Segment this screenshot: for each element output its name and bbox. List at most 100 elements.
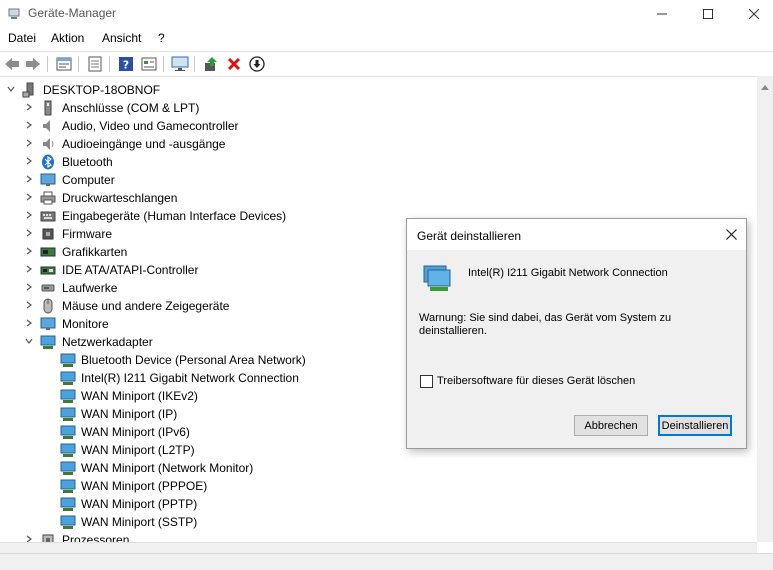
bluetooth-icon [42, 154, 54, 170]
forward-button[interactable] [24, 55, 42, 73]
menu-help[interactable]: ? [158, 31, 165, 45]
tree-root-label: DESKTOP-18OBNOF [43, 83, 161, 97]
network-adapter-icon [60, 479, 76, 493]
cancel-button[interactable]: Abbrechen [574, 415, 648, 436]
expand-chevron-icon[interactable] [24, 210, 34, 220]
expand-chevron-icon[interactable] [24, 246, 34, 256]
category-label: Druckwarteschlangen [62, 191, 178, 205]
network-adapter-icon [60, 461, 76, 475]
device-item[interactable]: WAN Miniport (PPTP) [0, 495, 757, 513]
scan-hardware-button[interactable] [171, 55, 189, 73]
expand-chevron-icon[interactable] [24, 138, 34, 148]
tree-category[interactable]: Prozessoren [0, 531, 757, 542]
keyboard-icon [40, 211, 56, 222]
update-driver-icon [205, 57, 217, 71]
tree-category[interactable]: Computer [0, 171, 757, 189]
monitor-icon [40, 317, 56, 330]
category-label: Netzwerkadapter [62, 335, 153, 349]
scroll-up-icon[interactable] [761, 84, 769, 90]
dialog-close-button[interactable] [720, 223, 742, 245]
toolbar-separator [78, 56, 79, 72]
menu-datei[interactable]: Datei [8, 31, 36, 45]
window-title: Geräte-Manager [28, 6, 117, 20]
help-button[interactable]: ? [117, 55, 135, 73]
status-bar [0, 553, 773, 570]
tree-root[interactable]: DESKTOP-18OBNOF [0, 81, 757, 99]
speaker-icon [43, 120, 50, 132]
delete-driver-label[interactable]: Treibersoftware für dieses Gerät löschen [437, 375, 635, 387]
device-label: Bluetooth Device (Personal Area Network) [81, 353, 306, 367]
menu-ansicht[interactable]: Ansicht [102, 31, 141, 45]
graphics-card-icon [40, 247, 56, 257]
category-label: IDE ATA/ATAPI-Controller [62, 263, 199, 277]
download-icon [249, 56, 265, 72]
expand-chevron-icon[interactable] [24, 534, 34, 542]
category-label: Prozessoren [62, 533, 130, 542]
dialog-title-bar: Gerät deinstallieren [407, 219, 746, 250]
uninstall-button[interactable]: Deinstallieren [658, 415, 732, 436]
properties-view-button[interactable] [55, 55, 73, 73]
category-label: Eingabegeräte (Human Interface Devices) [62, 209, 287, 223]
back-button[interactable] [3, 55, 21, 73]
network-adapter-icon [60, 353, 76, 367]
device-item[interactable]: WAN Miniport (PPPOE) [0, 477, 757, 495]
close-button[interactable] [731, 0, 773, 27]
help-icon: ? [119, 57, 133, 72]
expand-chevron-icon[interactable] [24, 120, 34, 130]
network-adapter-icon [60, 407, 76, 421]
device-item[interactable]: WAN Miniport (SSTP) [0, 513, 757, 531]
device-label: WAN Miniport (IKEv2) [81, 389, 198, 403]
network-adapter-icon [60, 371, 76, 385]
title-bar: Geräte-Manager [0, 0, 773, 27]
device-label: WAN Miniport (IP) [81, 407, 178, 421]
monitor-icon [40, 173, 56, 186]
svg-text:?: ? [123, 59, 129, 72]
category-label: Laufwerke [62, 281, 118, 295]
collapse-chevron-icon[interactable] [6, 84, 16, 94]
dialog-device-name: Intel(R) I211 Gigabit Network Connection [468, 267, 668, 279]
maximize-icon [703, 8, 713, 19]
network-adapter-icon [60, 515, 76, 529]
category-label: Audioeingänge und -ausgänge [62, 137, 226, 151]
expand-chevron-icon[interactable] [24, 156, 34, 166]
tree-category[interactable]: Anschlüsse (COM & LPT) [0, 99, 757, 117]
device-label: Intel(R) I211 Gigabit Network Connection [81, 371, 299, 385]
expand-chevron-icon[interactable] [24, 102, 34, 112]
delete-driver-checkbox[interactable] [420, 375, 433, 388]
horizontal-scrollbar[interactable] [0, 542, 757, 553]
toolbar-separator [163, 56, 164, 72]
tree-category[interactable]: Druckwarteschlangen [0, 189, 757, 207]
expand-chevron-icon[interactable] [24, 192, 34, 202]
dialog-title: Gerät deinstallieren [417, 229, 522, 243]
tree-category[interactable]: Audioeingänge und -ausgänge [0, 135, 757, 153]
expand-chevron-icon[interactable] [24, 264, 34, 274]
tree-category[interactable]: Audio, Video und Gamecontroller [0, 117, 757, 135]
category-label: Firmware [62, 227, 112, 241]
expand-chevron-icon[interactable] [24, 228, 34, 238]
update-driver-button[interactable] [202, 55, 220, 73]
uninstall-x-icon [227, 57, 241, 71]
device-item[interactable]: WAN Miniport (Network Monitor) [0, 459, 757, 477]
expand-chevron-icon[interactable] [24, 282, 34, 292]
disk-drive-icon [41, 284, 55, 292]
show-hidden-button[interactable] [140, 55, 158, 73]
update-list-button[interactable] [86, 55, 104, 73]
minimize-button[interactable] [639, 0, 685, 27]
expand-chevron-icon[interactable] [24, 318, 34, 328]
collapse-chevron-icon[interactable] [24, 336, 34, 346]
category-label: Mäuse und andere Zeigegeräte [62, 299, 230, 313]
category-label: Bluetooth [62, 155, 113, 169]
maximize-button[interactable] [685, 0, 731, 27]
network-adapter-icon [40, 335, 56, 349]
download-button[interactable] [248, 55, 266, 73]
menu-aktion[interactable]: Aktion [51, 31, 84, 45]
expand-chevron-icon[interactable] [24, 174, 34, 184]
speaker-icon [43, 138, 54, 150]
uninstall-device-button[interactable] [225, 55, 243, 73]
expand-chevron-icon[interactable] [24, 300, 34, 310]
port-icon [44, 100, 52, 116]
properties-sheet-icon [56, 57, 72, 71]
tree-category[interactable]: Bluetooth [0, 153, 757, 171]
device-label: WAN Miniport (IPv6) [81, 425, 190, 439]
vertical-scrollbar[interactable] [757, 76, 773, 542]
